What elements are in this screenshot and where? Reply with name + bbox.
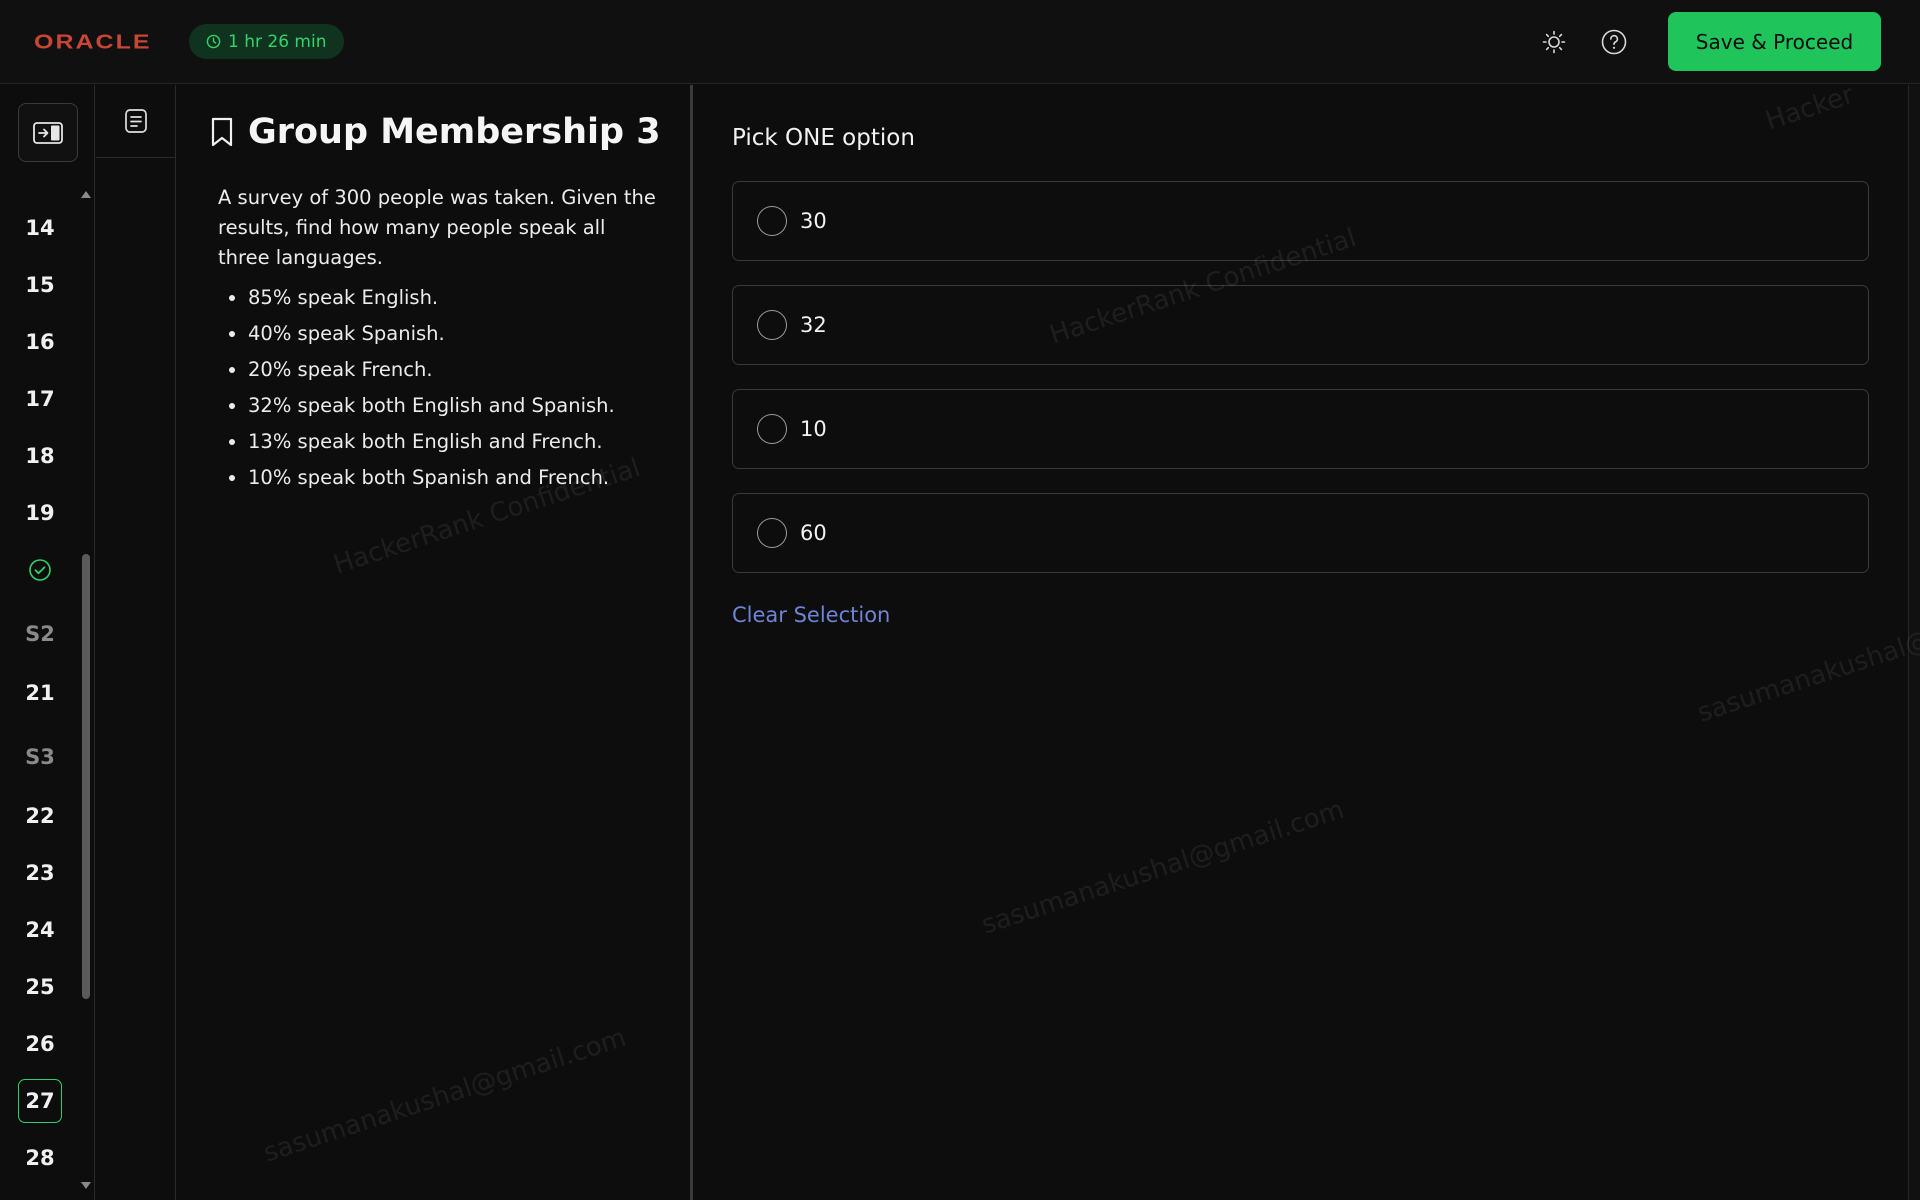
question-title-row: Group Membership 3 [210, 112, 661, 152]
theme-toggle-button[interactable] [1537, 25, 1571, 59]
question-bullet: 32% speak both English and Spanish. [248, 388, 658, 424]
oracle-logo: ORACLE [34, 30, 152, 54]
save-and-proceed-button[interactable]: Save & Proceed [1668, 12, 1881, 71]
question-panel: Group Membership 3 A survey of 300 peopl… [177, 85, 693, 1200]
question-body: A survey of 300 people was taken. Given … [218, 183, 658, 496]
question-item[interactable]: 14 [18, 206, 62, 250]
clear-selection-link[interactable]: Clear Selection [732, 603, 890, 627]
answer-option[interactable]: 60 [732, 493, 1869, 573]
question-item[interactable]: 15 [18, 263, 62, 307]
top-bar: ORACLE 1 hr 26 min Save & Proceed [0, 0, 1920, 84]
radio-button[interactable] [757, 310, 787, 340]
answer-option[interactable]: 30 [732, 181, 1869, 261]
secondary-panel [96, 85, 176, 1200]
page-scrollbar[interactable] [1908, 85, 1920, 1200]
question-list-button[interactable] [96, 85, 175, 158]
scroll-up-arrow[interactable] [81, 191, 91, 198]
question-intro: A survey of 300 people was taken. Given … [218, 186, 656, 269]
sidebar-toggle-icon [33, 121, 63, 144]
clock-icon [206, 34, 221, 49]
answer-option[interactable]: 32 [732, 285, 1869, 365]
document-list-icon [124, 109, 147, 133]
radio-button[interactable] [757, 206, 787, 236]
question-bullet: 10% speak both Spanish and French. [248, 460, 658, 496]
option-label: 60 [800, 521, 827, 545]
question-item[interactable]: 22 [18, 794, 62, 838]
sun-icon [1542, 30, 1566, 54]
timer-badge: 1 hr 26 min [189, 24, 345, 59]
option-label: 10 [800, 417, 827, 441]
help-icon [1601, 29, 1627, 55]
answered-question-item[interactable] [18, 548, 62, 592]
radio-button[interactable] [757, 414, 787, 444]
help-button[interactable] [1597, 25, 1631, 59]
section-item[interactable]: S3 [18, 735, 62, 779]
question-bullet: 40% speak Spanish. [248, 316, 658, 352]
question-item[interactable]: 23 [18, 851, 62, 895]
question-item[interactable]: 24 [18, 908, 62, 952]
question-item[interactable]: 16 [18, 320, 62, 364]
option-label: 30 [800, 209, 827, 233]
option-label: 32 [800, 313, 827, 337]
check-circle-icon [29, 559, 51, 581]
question-item[interactable]: 28 [18, 1136, 62, 1180]
timer-text: 1 hr 26 min [228, 31, 327, 52]
answer-option[interactable]: 10 [732, 389, 1869, 469]
bookmark-icon[interactable] [210, 117, 234, 147]
question-item[interactable]: 19 [18, 491, 62, 535]
radio-button[interactable] [757, 518, 787, 548]
question-item[interactable]: 17 [18, 377, 62, 421]
question-bullets: 85% speak English.40% speak Spanish.20% … [218, 280, 658, 496]
section-item[interactable]: S2 [18, 612, 62, 656]
answer-panel: Pick ONE option 30 32 10 60 Clear Selection [696, 85, 1920, 1200]
navigator-scrollbar[interactable] [82, 554, 90, 999]
question-item[interactable]: 21 [18, 671, 62, 715]
question-item[interactable]: 18 [18, 434, 62, 478]
question-bullet: 20% speak French. [248, 352, 658, 388]
question-bullet: 13% speak both English and French. [248, 424, 658, 460]
current-question-item[interactable]: 27 [18, 1079, 62, 1123]
question-item[interactable]: 26 [18, 1022, 62, 1066]
scroll-down-arrow[interactable] [81, 1182, 91, 1189]
question-item[interactable]: 25 [18, 965, 62, 1009]
sidebar-toggle-button[interactable] [18, 103, 78, 162]
question-bullet: 85% speak English. [248, 280, 658, 316]
question-navigator: 14 15 16 17 18 19 S2 21 S3 22 23 24 25 26 27 28 [0, 85, 95, 1200]
question-title: Group Membership 3 [248, 112, 661, 152]
answer-instruction: Pick ONE option [732, 125, 915, 151]
